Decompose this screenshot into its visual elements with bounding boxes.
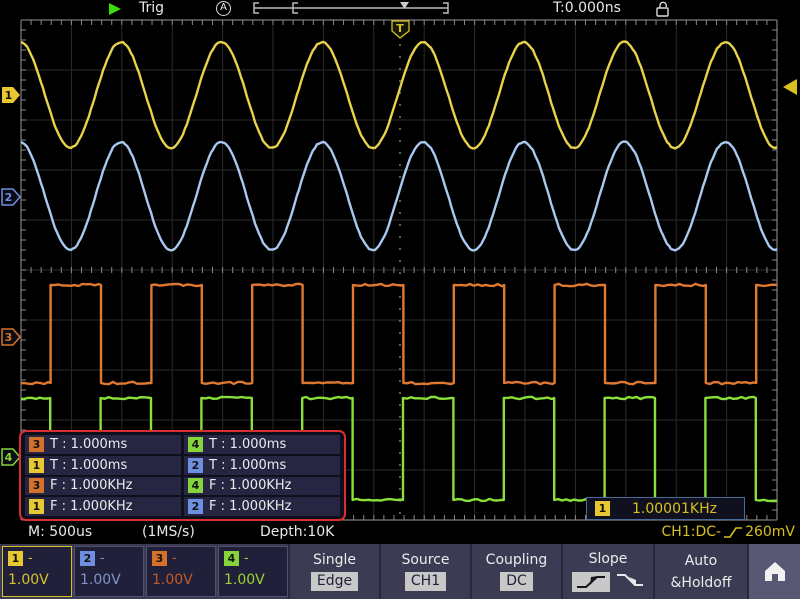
ch1-scale: 1.00V — [8, 572, 66, 588]
ch3-scale: 1.00V — [152, 572, 210, 588]
rising-slope-option[interactable] — [572, 572, 610, 592]
measure-ch3-period: 3 T : 1.000ms — [25, 435, 181, 454]
measure-ch2-period: 2 T : 1.000ms — [184, 456, 340, 475]
trigger-source-softkey[interactable]: Source CH1 — [379, 544, 470, 599]
measurement-overlay: 3 T : 1.000ms 4 T : 1.000ms 1 T : 1.000m… — [19, 430, 346, 521]
measure-value: T : 1.000ms — [209, 437, 286, 452]
measure-row: 3 T : 1.000ms 4 T : 1.000ms — [25, 435, 340, 454]
ch2-coupling-dash: - — [100, 551, 105, 566]
ch4-scale: 1.00V — [224, 572, 282, 588]
trigger-status-readout: CH1:DC- 260mV — [662, 523, 795, 542]
unlock-icon[interactable] — [655, 0, 671, 17]
ch1-badge: 1 — [29, 499, 44, 514]
trigger-coupling-value[interactable]: DC — [500, 572, 533, 591]
channel1-button[interactable]: 1 - 1.00V — [2, 546, 72, 597]
ch4-badge: 4 — [188, 437, 203, 452]
horizontal-position-indicator[interactable] — [252, 1, 452, 15]
measure-row: 3 F : 1.000KHz 4 F : 1.000KHz — [25, 477, 340, 496]
channel-menu-area: 1 - 1.00V 2 - 1.00V 3 - 1.00V 4 - 1.00V — [0, 544, 288, 599]
top-status-bar: Trig A T:0.000ns — [0, 0, 800, 17]
timebase-readout: M: 500us — [28, 523, 92, 542]
measure-row: 1 T : 1.000ms 2 T : 1.000ms — [25, 456, 340, 475]
measure-value: F : 1.000KHz — [209, 478, 291, 493]
measure-ch4-freq: 4 F : 1.000KHz — [184, 477, 340, 496]
ch2-badge: 2 — [188, 499, 203, 514]
ch2-badge: 2 — [188, 458, 203, 473]
oscilloscope-screen: 1 2 3 4 T Trig A T:0.000ns 3 T : 1.000ms 4 T… — [0, 0, 800, 599]
channel3-button[interactable]: 3 - 1.00V — [146, 546, 216, 597]
ch1-coupling-dash: - — [28, 551, 33, 566]
frequency-counter: 1 1.00001KHz — [586, 497, 745, 520]
measure-ch1-period: 1 T : 1.000ms — [25, 456, 181, 475]
measure-value: F : 1.000KHz — [50, 499, 132, 514]
trigger-slope-softkey[interactable]: Slope — [561, 544, 653, 599]
measure-value: T : 1.000ms — [50, 437, 127, 452]
ch2-scale: 1.00V — [80, 572, 138, 588]
ch3-position-marker[interactable]: 3 — [2, 329, 20, 345]
ch3-badge: 3 — [29, 478, 44, 493]
ch4-position-marker[interactable]: 4 — [2, 449, 20, 465]
channel2-button[interactable]: 2 - 1.00V — [74, 546, 144, 597]
measure-value: F : 1.000KHz — [50, 478, 132, 493]
measure-ch3-freq: 3 F : 1.000KHz — [25, 477, 181, 496]
softkey-menu: 1 - 1.00V 2 - 1.00V 3 - 1.00V 4 - 1.00V — [0, 544, 800, 599]
ch1-badge: 1 — [595, 501, 610, 516]
auto-label: Auto — [685, 552, 718, 570]
trigger-level-marker[interactable] — [783, 79, 797, 95]
trigger-coupling-softkey[interactable]: Coupling DC — [470, 544, 561, 599]
ch3-badge: 3 — [152, 551, 167, 566]
svg-text:4: 4 — [5, 451, 13, 464]
ch2-badge: 2 — [80, 551, 95, 566]
trigger-level-text: 260mV — [745, 523, 795, 542]
trigger-source-value[interactable]: CH1 — [405, 572, 446, 591]
measure-ch2-freq: 2 F : 1.000KHz — [184, 497, 340, 516]
trigger-source-text: CH1:DC- — [662, 523, 722, 542]
measure-value: F : 1.000KHz — [209, 499, 291, 514]
auto-trigger-icon: A — [216, 1, 231, 16]
trigger-time-offset: T:0.000ns — [553, 0, 621, 17]
trigger-coupling-label: Coupling — [486, 552, 548, 568]
bottom-status-bar: M: 500us (1MS/s) Depth:10K CH1:DC- 260mV — [0, 522, 800, 543]
trigger-source-label: Source — [401, 552, 449, 568]
ch1-badge: 1 — [29, 458, 44, 473]
ch1-position-marker[interactable]: 1 — [2, 87, 20, 103]
trigger-position-marker[interactable]: T — [392, 21, 409, 38]
ch4-coupling-dash: - — [244, 551, 249, 566]
rising-edge-icon — [723, 525, 743, 540]
ch2-position-marker[interactable]: 2 — [2, 189, 20, 205]
run-state-icon — [109, 3, 121, 15]
home-icon — [762, 560, 788, 584]
measure-ch4-period: 4 T : 1.000ms — [184, 435, 340, 454]
falling-slope-option[interactable] — [615, 571, 645, 593]
auto-holdoff-softkey[interactable]: Auto &Holdoff — [653, 544, 747, 599]
ch2-trace — [21, 142, 777, 251]
home-button[interactable] — [747, 544, 800, 599]
trigger-mode-softkey[interactable]: Single Edge — [288, 544, 379, 599]
sample-rate-readout: (1MS/s) — [142, 523, 195, 542]
holdoff-label: &Holdoff — [671, 574, 732, 592]
svg-text:T: T — [396, 22, 404, 35]
measure-ch1-freq: 1 F : 1.000KHz — [25, 497, 181, 516]
measure-value: T : 1.000ms — [50, 458, 127, 473]
svg-text:1: 1 — [5, 89, 13, 102]
ch1-badge: 1 — [8, 551, 23, 566]
trigger-mode-label: Single — [313, 552, 356, 568]
channel4-button[interactable]: 4 - 1.00V — [218, 546, 288, 597]
ch1-trace — [21, 42, 777, 149]
trig-label: Trig — [139, 0, 164, 17]
svg-text:3: 3 — [5, 331, 13, 344]
frequency-counter-value: 1.00001KHz — [632, 501, 717, 517]
measure-value: T : 1.000ms — [209, 458, 286, 473]
ch4-badge: 4 — [224, 551, 239, 566]
ch3-coupling-dash: - — [172, 551, 177, 566]
measure-row: 1 F : 1.000KHz 2 F : 1.000KHz — [25, 497, 340, 516]
rising-edge-icon — [574, 573, 608, 591]
trigger-mode-value[interactable]: Edge — [311, 572, 358, 591]
trigger-slope-label: Slope — [589, 551, 628, 567]
ch3-badge: 3 — [29, 437, 44, 452]
falling-edge-icon — [615, 571, 645, 589]
memory-depth-readout: Depth:10K — [260, 523, 334, 542]
svg-text:2: 2 — [5, 191, 13, 204]
ch4-badge: 4 — [188, 478, 203, 493]
